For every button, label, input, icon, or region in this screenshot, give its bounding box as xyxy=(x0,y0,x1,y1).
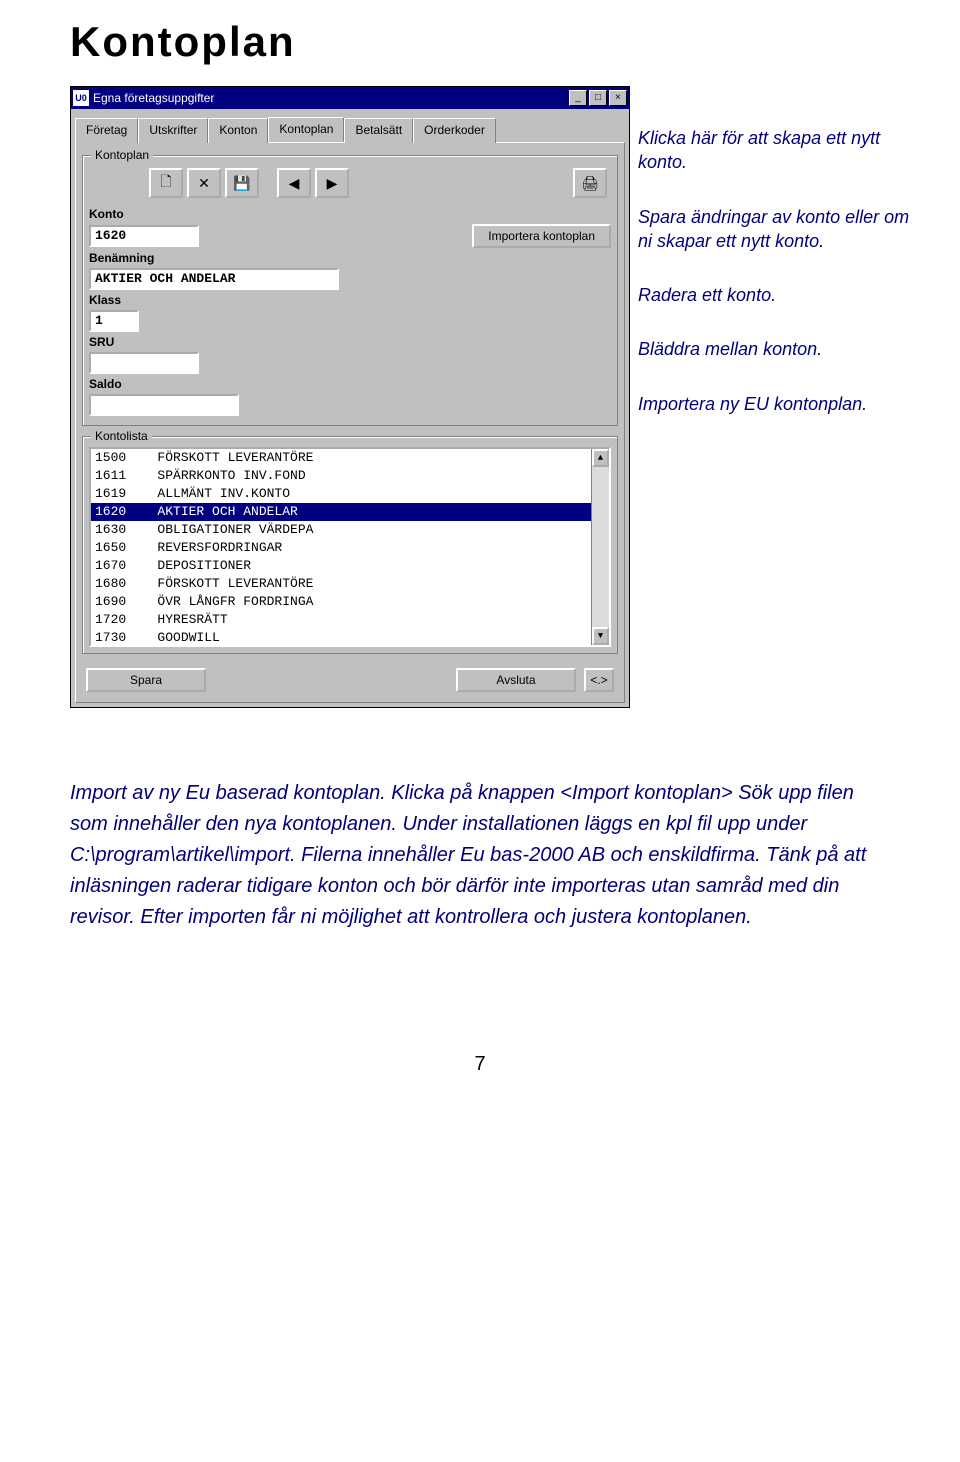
list-item[interactable]: 1650 REVERSFORDRINGAR xyxy=(91,539,591,557)
input-sru[interactable] xyxy=(89,352,199,374)
label-sru: SRU xyxy=(89,335,179,349)
next-button[interactable]: ▶ xyxy=(315,168,349,198)
avsluta-button[interactable]: Avsluta xyxy=(456,668,576,692)
tab-kontoplan[interactable]: Kontoplan xyxy=(268,117,344,142)
spara-button[interactable]: Spara xyxy=(86,668,206,692)
scroll-up-button[interactable]: ▲ xyxy=(592,449,609,467)
minimize-button[interactable]: _ xyxy=(569,90,587,106)
label-konto: Konto xyxy=(89,207,179,221)
tab-bar: Företag Utskrifter Konton Kontoplan Beta… xyxy=(71,109,629,142)
close-button[interactable]: × xyxy=(609,90,627,106)
tab-utskrifter[interactable]: Utskrifter xyxy=(138,118,208,143)
floppy-icon: 💾 xyxy=(233,175,250,192)
bottom-button-row: Spara Avsluta <.> xyxy=(82,664,618,696)
tab-orderkoder[interactable]: Orderkoder xyxy=(413,118,496,143)
list-item[interactable]: 1670 DEPOSITIONER xyxy=(91,557,591,575)
list-item[interactable]: 1680 FÖRSKOTT LEVERANTÖRE xyxy=(91,575,591,593)
tab-panel: Kontoplan 🗋 ✕ 💾 ◀ ▶ 🖨 Konto 1620 Importe… xyxy=(75,142,625,703)
group-kontolista-label: Kontolista xyxy=(91,429,152,443)
save-button[interactable]: 💾 xyxy=(225,168,259,198)
arrow-left-icon: ◀ xyxy=(289,175,300,192)
list-item[interactable]: 1611 SPÄRRKONTO INV.FOND xyxy=(91,467,591,485)
scroll-track[interactable] xyxy=(592,467,609,627)
app-window: U0 Egna företagsuppgifter _ □ × Företag … xyxy=(70,86,630,708)
import-kontoplan-button[interactable]: Importera kontoplan xyxy=(472,224,611,248)
input-benamning[interactable]: AKTIER OCH ANDELAR xyxy=(89,268,339,290)
list-item[interactable]: 1690 ÖVR LÅNGFR FORDRINGA xyxy=(91,593,591,611)
side-captions: Klicka här för att skapa ett nytt konto.… xyxy=(638,86,918,446)
page-title: Kontoplan xyxy=(70,18,960,66)
group-kontolista: Kontolista 1500 FÖRSKOTT LEVERANTÖRE1611… xyxy=(82,436,618,654)
arrow-right-icon: ▶ xyxy=(327,175,338,192)
caption-browse: Bläddra mellan konton. xyxy=(638,337,918,361)
list-item[interactable]: 1730 GOODWILL xyxy=(91,629,591,645)
input-klass[interactable]: 1 xyxy=(89,310,139,332)
label-benamning: Benämning xyxy=(89,251,179,265)
new-button[interactable]: 🗋 xyxy=(149,168,183,198)
scrollbar[interactable]: ▲ ▼ xyxy=(591,449,609,645)
caption-delete: Radera ett konto. xyxy=(638,283,918,307)
list-item[interactable]: 1630 OBLIGATIONER VÄRDEPA xyxy=(91,521,591,539)
document-icon: 🗋 xyxy=(160,171,171,195)
caption-save: Spara ändringar av konto eller om ni ska… xyxy=(638,205,918,254)
printer-icon: 🖨 xyxy=(581,175,599,192)
help-button[interactable]: <.> xyxy=(584,668,614,692)
body-text: Import av ny Eu baserad kontoplan. Klick… xyxy=(70,778,890,933)
list-item[interactable]: 1620 AKTIER OCH ANDELAR xyxy=(91,503,591,521)
prev-button[interactable]: ◀ xyxy=(277,168,311,198)
scroll-down-button[interactable]: ▼ xyxy=(592,627,609,645)
label-saldo: Saldo xyxy=(89,377,179,391)
list-item[interactable]: 1720 HYRESRÄTT xyxy=(91,611,591,629)
input-saldo[interactable] xyxy=(89,394,239,416)
window-title: Egna företagsuppgifter xyxy=(93,91,214,105)
group-kontoplan-label: Kontoplan xyxy=(91,148,153,162)
maximize-button[interactable]: □ xyxy=(589,90,607,106)
list-item[interactable]: 1500 FÖRSKOTT LEVERANTÖRE xyxy=(91,449,591,467)
tab-konton[interactable]: Konton xyxy=(208,118,268,143)
list-item[interactable]: 1619 ALLMÄNT INV.KONTO xyxy=(91,485,591,503)
caption-import: Importera ny EU kontonplan. xyxy=(638,392,918,416)
x-icon: ✕ xyxy=(198,175,210,192)
app-icon: U0 xyxy=(73,90,89,106)
toolbar: 🗋 ✕ 💾 ◀ ▶ 🖨 xyxy=(89,166,611,204)
delete-button[interactable]: ✕ xyxy=(187,168,221,198)
group-kontoplan: Kontoplan 🗋 ✕ 💾 ◀ ▶ 🖨 Konto 1620 Importe… xyxy=(82,155,618,426)
tab-betalsatt[interactable]: Betalsätt xyxy=(344,118,413,143)
input-konto[interactable]: 1620 xyxy=(89,225,199,247)
caption-new: Klicka här för att skapa ett nytt konto. xyxy=(638,126,918,175)
page-number: 7 xyxy=(0,1053,960,1076)
konto-listbox[interactable]: 1500 FÖRSKOTT LEVERANTÖRE1611 SPÄRRKONTO… xyxy=(89,447,611,647)
tab-foretag[interactable]: Företag xyxy=(75,118,138,143)
print-button[interactable]: 🖨 xyxy=(573,168,607,198)
label-klass: Klass xyxy=(89,293,179,307)
titlebar[interactable]: U0 Egna företagsuppgifter _ □ × xyxy=(71,87,629,109)
